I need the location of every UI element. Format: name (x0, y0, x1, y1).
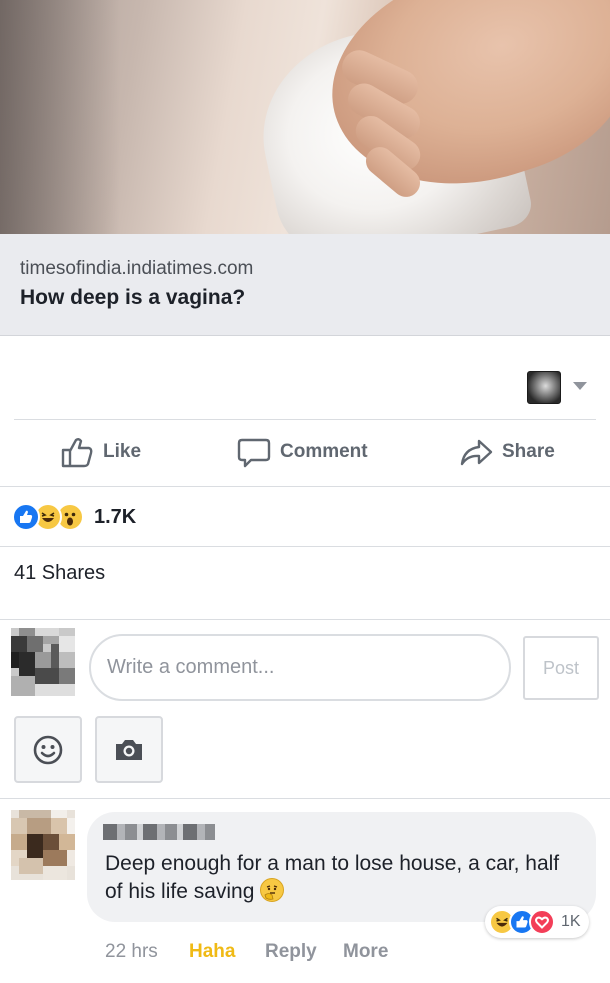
divider (0, 486, 610, 487)
chevron-down-icon[interactable] (573, 382, 587, 390)
share-icon (460, 439, 493, 466)
share-button[interactable]: Share (459, 433, 555, 471)
comment-input-placeholder: Write a comment... (107, 656, 275, 678)
reply-button[interactable]: Reply (265, 941, 317, 963)
more-button[interactable]: More (343, 941, 388, 963)
reactions-summary[interactable]: 1.7K (12, 500, 136, 534)
thumbs-up-icon (61, 438, 93, 468)
camera-button[interactable] (95, 716, 163, 783)
divider (0, 619, 610, 620)
reaction-count: 1.7K (94, 505, 137, 528)
comment-reaction-count: 1K (561, 913, 581, 930)
avatar[interactable] (11, 628, 75, 696)
audience-avatar[interactable] (527, 371, 561, 404)
comment-button[interactable]: Comment (237, 433, 368, 471)
emoji-button[interactable] (14, 716, 82, 783)
divider (0, 546, 610, 547)
image-shadow (0, 0, 120, 234)
divider (14, 419, 596, 420)
share-label: Share (502, 441, 555, 462)
commenter-avatar[interactable] (11, 810, 75, 880)
post-button[interactable]: Post (523, 636, 599, 700)
link-preview[interactable] (0, 234, 610, 336)
comment-text: Deep enough for a man to lose house, a c… (105, 850, 575, 906)
comment-time[interactable]: 22 hrs (105, 941, 158, 963)
comment-body: Deep enough for a man to lose house, a c… (105, 852, 560, 903)
comment-haha-button[interactable]: Haha (189, 941, 235, 963)
thinking-face-icon (260, 878, 285, 902)
camera-icon (116, 739, 142, 760)
divider (0, 798, 610, 799)
like-reaction-icon (12, 503, 40, 531)
like-button[interactable]: Like (60, 433, 141, 471)
comment-reactions[interactable]: 1K (485, 906, 589, 938)
comment-input[interactable]: Write a comment... (89, 634, 511, 701)
smiley-icon (33, 735, 63, 764)
link-title[interactable]: How deep is a vagina? (20, 286, 245, 310)
like-label: Like (103, 441, 142, 462)
love-reaction-icon (529, 909, 555, 935)
comment-label: Comment (280, 441, 368, 462)
commenter-name-redacted[interactable] (103, 824, 215, 840)
link-domain: timesofindia.indiatimes.com (20, 258, 254, 279)
comment-icon (237, 438, 271, 468)
post-image[interactable] (0, 0, 610, 234)
shares-count[interactable]: 41 Shares (14, 562, 105, 585)
